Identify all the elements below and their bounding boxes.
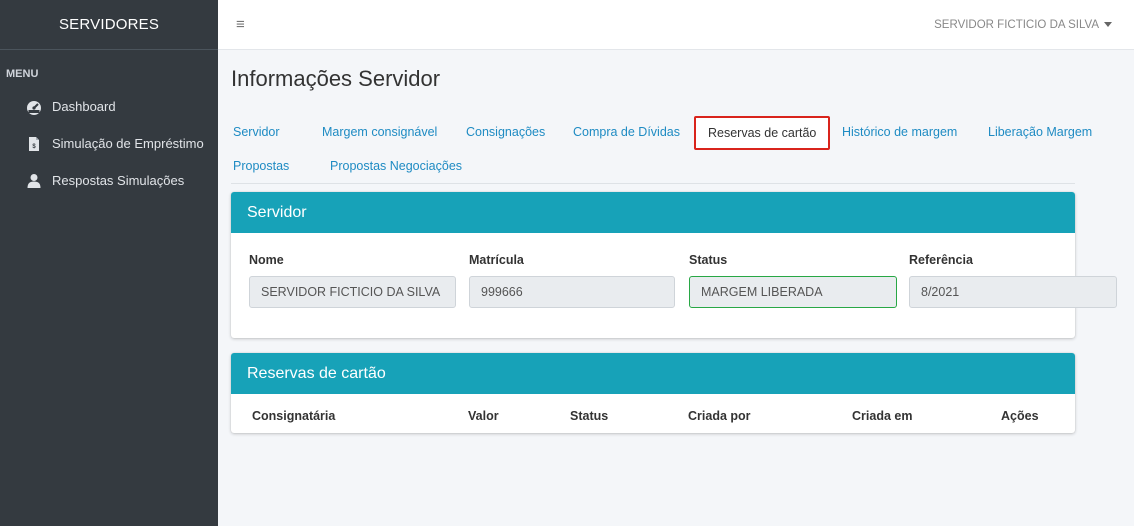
tab-consignacoes[interactable]: Consignações [466,125,545,139]
brand-title[interactable]: SERVIDORES [59,16,159,33]
reservas-card: Reservas de cartão Consignatária Valor S… [231,353,1075,433]
column-header-acoes[interactable]: Ações [1001,409,1039,423]
matricula-label: Matrícula [469,253,524,267]
column-header-valor[interactable]: Valor [468,409,499,423]
main-content: Informações Servidor Servidor Margem con… [218,50,1134,526]
column-header-criada-por[interactable]: Criada por [688,409,751,423]
sidebar-item-respostas[interactable]: Respostas Simulações [0,162,218,199]
tab-compra-de-dividas[interactable]: Compra de Dívidas [573,125,680,139]
sidebar-item-label: Simulação de Empréstimo [52,136,204,151]
hamburger-icon[interactable]: ≡ [236,16,245,33]
menu-header: MENU [6,68,39,80]
tab-margem-consignavel[interactable]: Margem consignável [322,125,437,139]
tab-reservas-de-cartao[interactable]: Reservas de cartão [694,116,831,150]
page-title: Informações Servidor [231,66,441,91]
topbar: ≡ SERVIDOR FICTICIO DA SILVA [218,0,1134,50]
status-field[interactable]: MARGEM LIBERADA [689,276,897,308]
sidebar-item-label: Respostas Simulações [52,173,185,188]
brand[interactable]: SERVIDORES [0,0,218,50]
sidebar-item-dashboard[interactable]: Dashboard [0,88,218,125]
tab-propostas-negociacoes[interactable]: Propostas Negociações [330,159,462,173]
reservas-card-title: Reservas de cartão [231,353,1075,394]
tab-liberacao-margem[interactable]: Liberação Margem [988,125,1092,139]
referencia-label: Referência [909,253,973,267]
dashboard-icon [26,99,42,115]
referencia-field[interactable]: 8/2021 [909,276,1117,308]
sidebar: SERVIDORES MENU Dashboard $ Simulação de… [0,0,218,526]
tab-propostas[interactable]: Propostas [233,159,289,173]
user-name: SERVIDOR FICTICIO DA SILVA [934,18,1099,31]
servidor-card-title: Servidor [231,192,1075,233]
nome-label: Nome [249,253,284,267]
file-icon: $ [26,136,42,152]
tab-servidor[interactable]: Servidor [233,125,280,139]
tabs: Servidor Margem consignável Consignações… [231,116,1092,184]
user-icon [26,173,42,189]
tab-historico-de-margem[interactable]: Histórico de margem [842,125,957,139]
column-header-criada-em[interactable]: Criada em [852,409,912,423]
servidor-card: Servidor Nome SERVIDOR FICTICIO DA SILVA… [231,192,1117,338]
matricula-field[interactable]: 999666 [469,276,675,308]
column-header-consignataria[interactable]: Consignatária [252,409,335,423]
column-header-status[interactable]: Status [570,409,608,423]
nome-field[interactable]: SERVIDOR FICTICIO DA SILVA [249,276,456,308]
sidebar-item-label: Dashboard [52,99,116,114]
status-label: Status [689,253,728,267]
user-menu[interactable]: SERVIDOR FICTICIO DA SILVA [934,19,1112,31]
sidebar-item-simulacao[interactable]: $ Simulação de Empréstimo [0,125,218,162]
caret-down-icon [1104,22,1112,27]
